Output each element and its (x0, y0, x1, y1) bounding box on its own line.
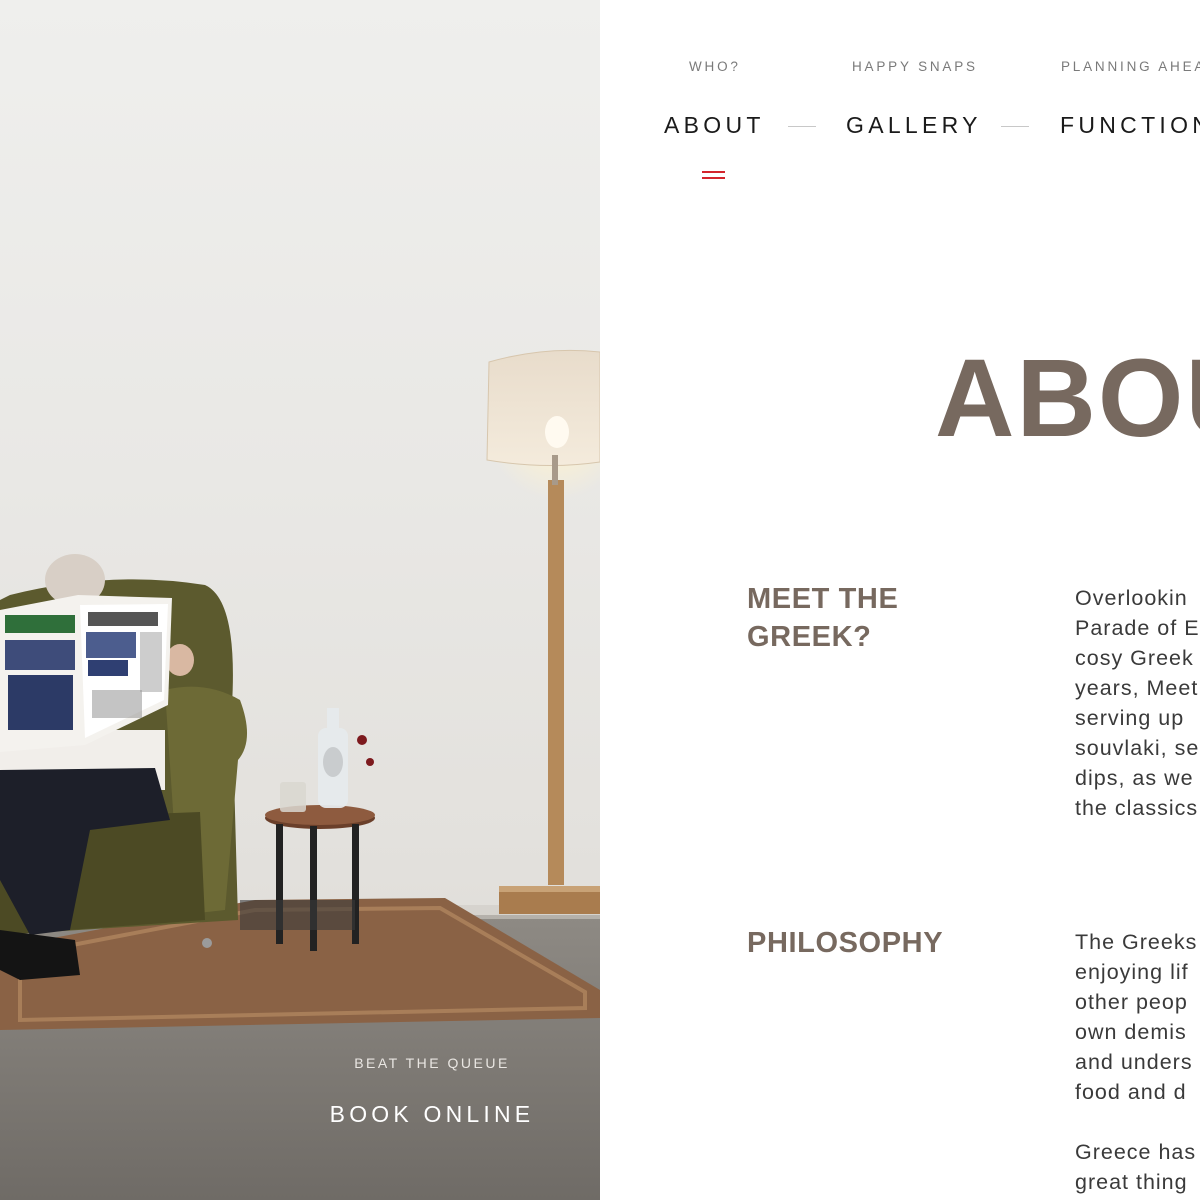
nav-item-gallery[interactable]: GALLERY (846, 112, 982, 139)
side-table (240, 708, 375, 951)
body-line: dips, as we (1075, 766, 1194, 790)
body-line: the classics (1075, 796, 1199, 820)
body-line: great thing (1075, 1170, 1188, 1194)
cta-caption: BEAT THE QUEUE (354, 1055, 510, 1071)
body-line: serving up (1075, 706, 1185, 730)
hero-photo: BEAT THE QUEUE BOOK ONLINE (0, 0, 600, 1200)
body-line (1075, 1107, 1197, 1137)
section-body-meet-the-greek: Overlookin Parade of E cosy Greek years,… (1075, 583, 1200, 823)
main-navigation: WHO? ABOUT HAPPY SNAPS GALLERY PLANNING … (600, 0, 1200, 200)
content-panel: WHO? ABOUT HAPPY SNAPS GALLERY PLANNING … (600, 0, 1200, 1200)
body-line: cosy Greek (1075, 646, 1194, 670)
nav-sub-gallery: HAPPY SNAPS (852, 59, 978, 74)
body-line: enjoying lif (1075, 960, 1189, 984)
body-line: Greece has (1075, 1140, 1197, 1164)
nav-item-about[interactable]: ABOUT (664, 112, 765, 139)
nav-sub-functions: PLANNING AHEA (1061, 59, 1200, 74)
body-line: Overlookin (1075, 586, 1188, 610)
body-line: souvlaki, se (1075, 736, 1200, 760)
nav-separator (1001, 126, 1029, 127)
body-line: The Greeks (1075, 930, 1198, 954)
hero-scene-illustration (0, 349, 600, 1200)
body-line: and unders (1075, 1050, 1193, 1074)
section-heading-meet-the-greek: MEET THE GREEK? (747, 583, 899, 653)
body-line: years, Meet (1075, 676, 1199, 700)
nav-sub-about: WHO? (689, 59, 741, 74)
page-title: ABOU (935, 337, 1200, 460)
booking-cta: BEAT THE QUEUE BOOK ONLINE (300, 1055, 564, 1128)
section-body-philosophy: The Greeks enjoying lif other peop own d… (1075, 927, 1197, 1197)
book-online-button[interactable]: BOOK ONLINE (330, 1101, 535, 1128)
body-line: other peop (1075, 990, 1188, 1014)
body-line: own demis (1075, 1020, 1187, 1044)
nav-separator (788, 126, 816, 127)
active-nav-indicator (702, 171, 725, 181)
nav-item-functions[interactable]: FUNCTION (1060, 112, 1200, 139)
section-heading-philosophy: PHILOSOPHY (747, 927, 944, 959)
floor-lamp (486, 349, 600, 914)
body-line: Parade of E (1075, 616, 1200, 640)
body-line: food and d (1075, 1080, 1187, 1104)
